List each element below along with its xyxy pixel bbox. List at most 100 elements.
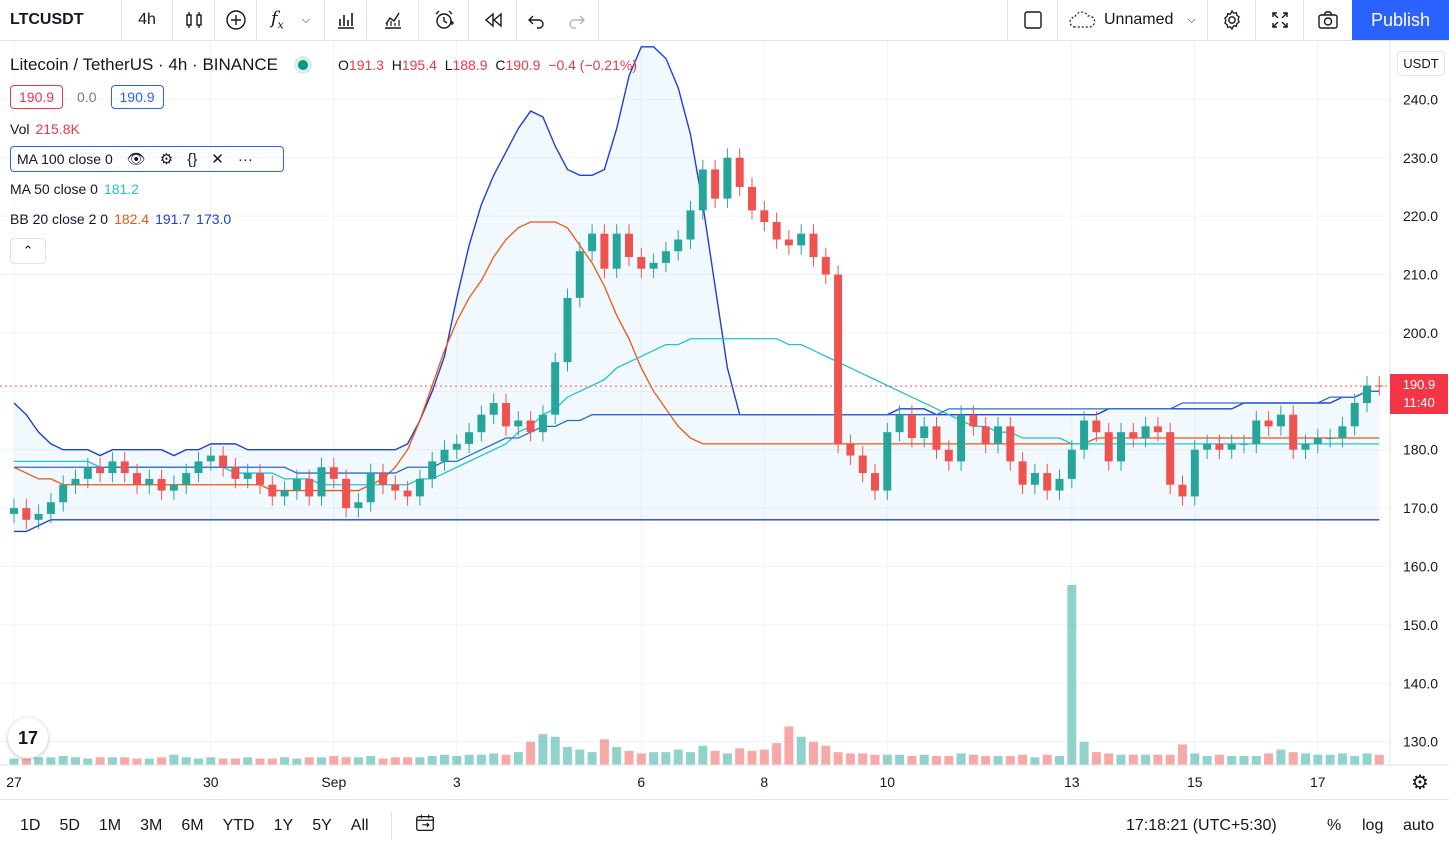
sell-price-button[interactable]: 190.9 <box>10 85 64 109</box>
volume-bar <box>1325 754 1335 765</box>
volume-bar <box>1227 756 1237 765</box>
chevron-up-icon: ⌃ <box>22 243 34 258</box>
ma50-value: 181.2 <box>103 181 139 197</box>
candle-body <box>1104 432 1113 462</box>
volume-bar <box>833 752 843 765</box>
range-button-1m[interactable]: 1M <box>99 817 121 835</box>
axis-settings-gear-icon[interactable]: ⚙ <box>1411 772 1429 794</box>
range-button-5d[interactable]: 5D <box>59 817 79 835</box>
y-tick-label: 170.0 <box>1403 500 1438 516</box>
volume-bar <box>698 745 708 765</box>
volume-bar <box>993 756 1003 765</box>
volume-bar <box>636 753 646 765</box>
close-icon[interactable]: ✕ <box>211 150 224 168</box>
range-button-6m[interactable]: 6M <box>181 817 203 835</box>
volume-bar <box>809 741 818 765</box>
candle-body <box>22 508 31 520</box>
spread-value: 0.0 <box>77 89 97 105</box>
volume-bar <box>981 756 991 765</box>
volume-bar <box>452 756 462 765</box>
volume-bar <box>1239 756 1249 765</box>
volume-bar <box>107 757 117 765</box>
volume-bar <box>255 758 265 765</box>
ma100-label: MA 100 close 0 <box>17 151 113 167</box>
volume-bar <box>513 752 523 765</box>
y-tick-label: 210.0 <box>1403 267 1438 283</box>
ma50-label[interactable]: MA 50 close 0 <box>10 181 98 197</box>
volume-bar <box>944 756 954 765</box>
candle-body <box>1264 420 1273 427</box>
candle-body <box>1350 403 1359 427</box>
volume-bar <box>772 743 782 765</box>
clock-timezone[interactable]: 17:18:21 (UTC+5:30) <box>1126 817 1277 835</box>
candle-body <box>1276 414 1285 427</box>
range-button-3m[interactable]: 3M <box>140 817 162 835</box>
more-icon[interactable]: ··· <box>238 151 253 168</box>
volume-bar <box>1251 756 1261 765</box>
divider <box>390 811 392 840</box>
candle-body <box>698 169 707 211</box>
currency-button[interactable]: USDT <box>1397 51 1445 76</box>
range-button-all[interactable]: All <box>351 817 369 835</box>
bb-label[interactable]: BB 20 close 2 0 <box>10 211 108 227</box>
goto-date-calendar-icon[interactable] <box>414 812 436 839</box>
volume-bar <box>489 753 499 765</box>
ma100-legend-item[interactable]: MA 100 close 0 👁 ⚙ {} ✕ ··· <box>10 146 284 172</box>
volume-bar <box>563 747 572 765</box>
candle-body <box>735 157 744 187</box>
volume-bar <box>427 756 437 765</box>
volume-bar <box>1030 757 1040 765</box>
volume-bar <box>1018 754 1028 765</box>
candle-body <box>1178 484 1187 497</box>
percent-scale-toggle[interactable]: % <box>1327 817 1341 835</box>
range-button-ytd[interactable]: YTD <box>223 817 255 835</box>
x-tick-label: 30 <box>203 774 219 790</box>
candle-body <box>711 169 720 199</box>
candle-body <box>1166 432 1175 485</box>
candle-body <box>846 443 855 456</box>
y-tick-label: 160.0 <box>1403 558 1438 574</box>
candle-body <box>292 478 301 491</box>
last-price-label: 190.9 11:40 <box>1390 374 1448 415</box>
candle-body <box>71 478 80 485</box>
low-value: 188.9 <box>452 57 488 73</box>
candle-body <box>1190 449 1199 497</box>
volume-bar <box>796 736 806 765</box>
y-tick-label: 200.0 <box>1403 325 1438 341</box>
candle-body <box>784 239 793 246</box>
candle-body <box>772 222 781 240</box>
volume-bar <box>329 756 339 765</box>
x-tick-label: 13 <box>1064 774 1080 790</box>
auto-scale-toggle[interactable]: auto <box>1403 817 1434 835</box>
eye-icon[interactable]: 👁 <box>127 150 146 168</box>
collapse-legend-button[interactable]: ⌃ <box>10 238 46 264</box>
volume-bar <box>181 757 191 765</box>
range-button-5y[interactable]: 5Y <box>312 817 332 835</box>
volume-bar <box>1264 753 1274 765</box>
y-tick-label: 130.0 <box>1403 734 1438 750</box>
volume-bar <box>58 756 68 765</box>
tradingview-logo-icon[interactable]: 17 <box>8 718 48 758</box>
candle-body <box>379 473 387 485</box>
candle-body <box>465 432 474 444</box>
volume-bar <box>735 748 745 765</box>
range-button-1y[interactable]: 1Y <box>274 817 294 835</box>
volume-bar <box>575 749 585 765</box>
buy-price-button[interactable]: 190.9 <box>110 85 164 109</box>
volume-label[interactable]: Vol <box>10 121 29 137</box>
volume-bar <box>649 752 659 765</box>
high-label: H <box>391 57 402 73</box>
candle-body <box>96 467 105 474</box>
volume-bar <box>34 757 44 765</box>
symbol-title[interactable]: Litecoin / TetherUS · 4h · BINANCE <box>10 55 278 75</box>
log-scale-toggle[interactable]: log <box>1362 817 1383 835</box>
range-button-1d[interactable]: 1D <box>20 817 40 835</box>
ohlc-values: O191.3 H195.4 L188.9 C190.9 −0.4 (−0.21%… <box>338 57 637 73</box>
source-code-icon[interactable]: {} <box>187 151 197 168</box>
candle-body <box>1055 478 1064 491</box>
candle-body <box>305 478 314 497</box>
volume-bar <box>1313 754 1323 765</box>
gear-icon[interactable]: ⚙ <box>160 150 173 168</box>
volume-bar <box>120 757 130 765</box>
candle-body <box>206 455 215 462</box>
